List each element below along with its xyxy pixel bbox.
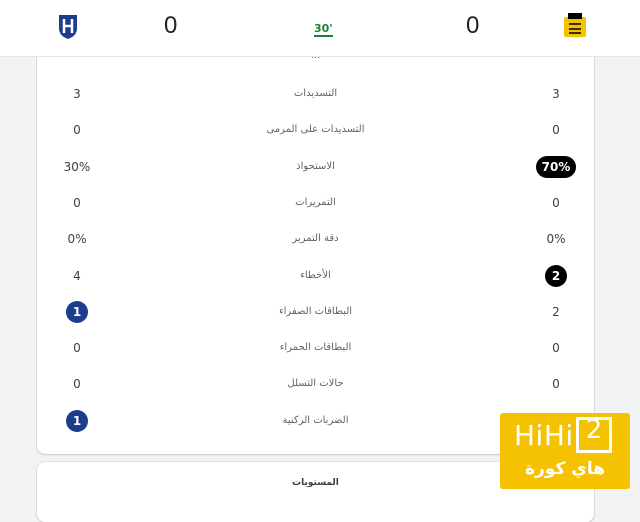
watermark-digit-box: 2 <box>576 415 612 453</box>
stat-row: 1 البطاقات الصفراء 2 <box>37 300 594 337</box>
watermark-subtitle: هاي كورة <box>524 459 606 479</box>
stat-label: حالات التسلل <box>287 378 344 390</box>
stat-row: 3 التسديدات 3 <box>37 83 594 119</box>
away-stat-value: 2 <box>552 304 560 319</box>
away-stat-value: 70% <box>536 155 576 178</box>
score-header: 0 30' 0 <box>0 0 640 57</box>
away-stat-value: 0% <box>546 232 566 247</box>
away-stat-value: 0 <box>552 123 560 138</box>
stat-row: 0 التمريرات 0 <box>37 192 594 228</box>
stat-row: 30% الاستحواذ 70% <box>37 155 594 192</box>
stat-label: البطاقات الحمراء <box>279 342 352 354</box>
site-watermark: HiHi 2 هاي كورة <box>500 413 630 489</box>
stat-row: 0 البطاقات الحمراء 0 <box>37 337 594 373</box>
match-minute[interactable]: 30' <box>314 22 333 37</box>
home-score: 0 <box>164 12 178 39</box>
away-stat-value: 3 <box>552 87 560 101</box>
stat-row: 0% دقة التمرير 0% <box>37 228 594 264</box>
match-stats-card: ... 3التسديدات30التسديدات على المرمى030%… <box>37 30 594 454</box>
al-hilal-crest-icon[interactable] <box>55 12 81 40</box>
stat-row: 0 حالات التسلل 0 <box>37 373 594 409</box>
stat-label: التسديدات <box>293 88 338 99</box>
stat-label: الاستحواذ <box>296 160 335 172</box>
stat-label: البطاقات الصفراء <box>278 305 353 317</box>
away-stat-value: 2 <box>545 264 567 287</box>
stat-label: التسديدات على المرمى <box>266 124 365 136</box>
watermark-digit: 2 <box>585 415 603 445</box>
stat-label: دقة التمرير <box>292 233 339 245</box>
away-stat-value: 0 <box>552 195 560 210</box>
away-score: 0 <box>466 12 480 39</box>
away-stat-value: 0 <box>552 377 560 392</box>
stat-label: التمريرات <box>295 196 336 208</box>
stat-label: الأخطاء <box>300 269 331 281</box>
watermark-brand: HiHi <box>514 419 574 452</box>
stat-row: 0 التسديدات على المرمى 0 <box>37 119 594 155</box>
al-ittihad-crest-icon[interactable] <box>562 12 588 40</box>
stat-row: 4 الأخطاء 2 <box>37 264 594 301</box>
away-stat-value: 0 <box>552 341 560 356</box>
